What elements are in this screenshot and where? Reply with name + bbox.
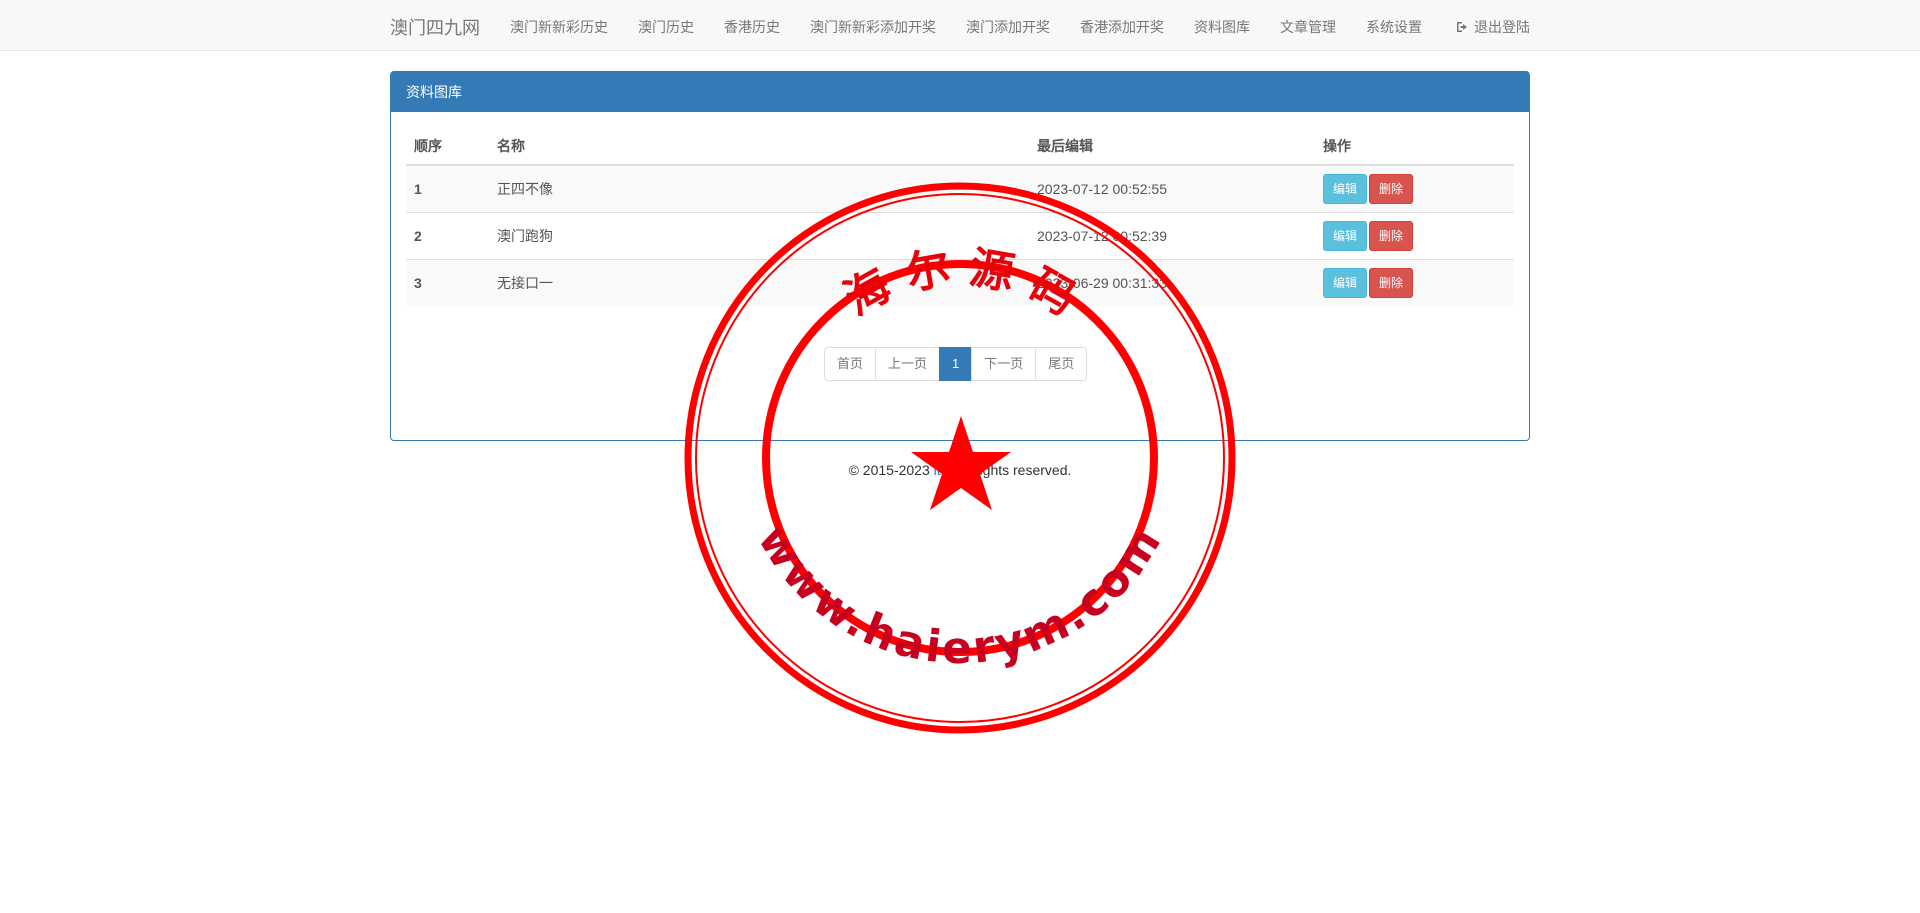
navbar-container: 澳门四九网 澳门新新彩历史 澳门历史 香港历史 澳门新新彩添加开奖 澳门添加开奖… <box>390 0 1530 50</box>
library-table: 顺序 名称 最后编辑 操作 1 正四不像 2023-07-12 00:52:55… <box>406 127 1514 306</box>
row-actions: 编辑 删除 <box>1315 212 1514 260</box>
pagination: 首页 上一页 1 下一页 尾页 <box>824 347 1088 381</box>
nav-hongkong-add-draw[interactable]: 香港添加开奖 <box>1080 17 1164 37</box>
row-edited: 2023-06-29 00:31:33 <box>1029 259 1315 306</box>
image-library-panel: 资料图库 顺序 名称 最后编辑 操作 1 正四不像 2023-07-12 00:… <box>390 71 1530 441</box>
column-last-edited: 最后编辑 <box>1029 127 1315 166</box>
pagination-current-page[interactable]: 1 <box>939 347 973 381</box>
footer-suffix: All rights reserved. <box>952 462 1072 478</box>
logout-link[interactable]: 退出登陆 <box>1456 17 1530 37</box>
delete-button[interactable]: 删除 <box>1369 221 1414 251</box>
logout-label: 退出登陆 <box>1474 19 1530 35</box>
row-edited: 2023-07-12 00:52:39 <box>1029 212 1315 260</box>
nav-macau-history[interactable]: 澳门历史 <box>638 17 694 37</box>
sign-out-icon <box>1457 22 1467 32</box>
nav-image-library[interactable]: 资料图库 <box>1194 17 1250 37</box>
nav-macau-add-draw[interactable]: 澳门添加开奖 <box>966 17 1050 37</box>
column-order: 顺序 <box>406 127 489 166</box>
edit-button[interactable]: 编辑 <box>1323 174 1368 204</box>
pagination-next[interactable]: 下一页 <box>971 347 1037 381</box>
delete-button[interactable]: 删除 <box>1369 268 1414 298</box>
column-name: 名称 <box>489 127 1029 166</box>
table-row: 3 无接口一 2023-06-29 00:31:33 编辑 删除 <box>406 259 1514 306</box>
row-order: 1 <box>406 164 489 213</box>
nav-macau-new-history[interactable]: 澳门新新彩历史 <box>510 17 608 37</box>
nav-hongkong-history[interactable]: 香港历史 <box>724 17 780 37</box>
pagination-first[interactable]: 首页 <box>824 347 877 381</box>
table-row: 2 澳门跑狗 2023-07-12 00:52:39 编辑 删除 <box>406 212 1514 260</box>
column-actions: 操作 <box>1315 127 1514 166</box>
footer-prefix: © 2015-2023 <box>848 462 934 478</box>
nav-system-settings[interactable]: 系统设置 <box>1366 17 1422 37</box>
footer: © 2015-2023 itta All rights reserved. <box>0 462 1920 478</box>
nav-article-management[interactable]: 文章管理 <box>1280 17 1336 37</box>
row-name: 无接口一 <box>489 259 1029 306</box>
table-row: 1 正四不像 2023-07-12 00:52:55 编辑 删除 <box>406 164 1514 213</box>
edit-button[interactable]: 编辑 <box>1323 221 1368 251</box>
brand-link[interactable]: 澳门四九网 <box>390 14 480 40</box>
table-header-row: 顺序 名称 最后编辑 操作 <box>406 127 1514 166</box>
delete-button[interactable]: 删除 <box>1369 174 1414 204</box>
row-order: 2 <box>406 212 489 260</box>
row-actions: 编辑 删除 <box>1315 259 1514 306</box>
pagination-prev[interactable]: 上一页 <box>875 347 941 381</box>
row-edited: 2023-07-12 00:52:55 <box>1029 164 1315 213</box>
row-name: 正四不像 <box>489 164 1029 213</box>
pagination-last[interactable]: 尾页 <box>1035 347 1088 381</box>
nav-macau-new-add-draw[interactable]: 澳门新新彩添加开奖 <box>810 17 936 37</box>
panel-title: 资料图库 <box>391 72 1529 112</box>
top-navbar: 澳门四九网 澳门新新彩历史 澳门历史 香港历史 澳门新新彩添加开奖 澳门添加开奖… <box>0 0 1920 51</box>
footer-link[interactable]: itta <box>934 462 953 478</box>
row-name: 澳门跑狗 <box>489 212 1029 260</box>
row-order: 3 <box>406 259 489 306</box>
stamp-bottom-text: www.haierym.com <box>748 516 1173 674</box>
row-actions: 编辑 删除 <box>1315 164 1514 213</box>
edit-button[interactable]: 编辑 <box>1323 268 1368 298</box>
